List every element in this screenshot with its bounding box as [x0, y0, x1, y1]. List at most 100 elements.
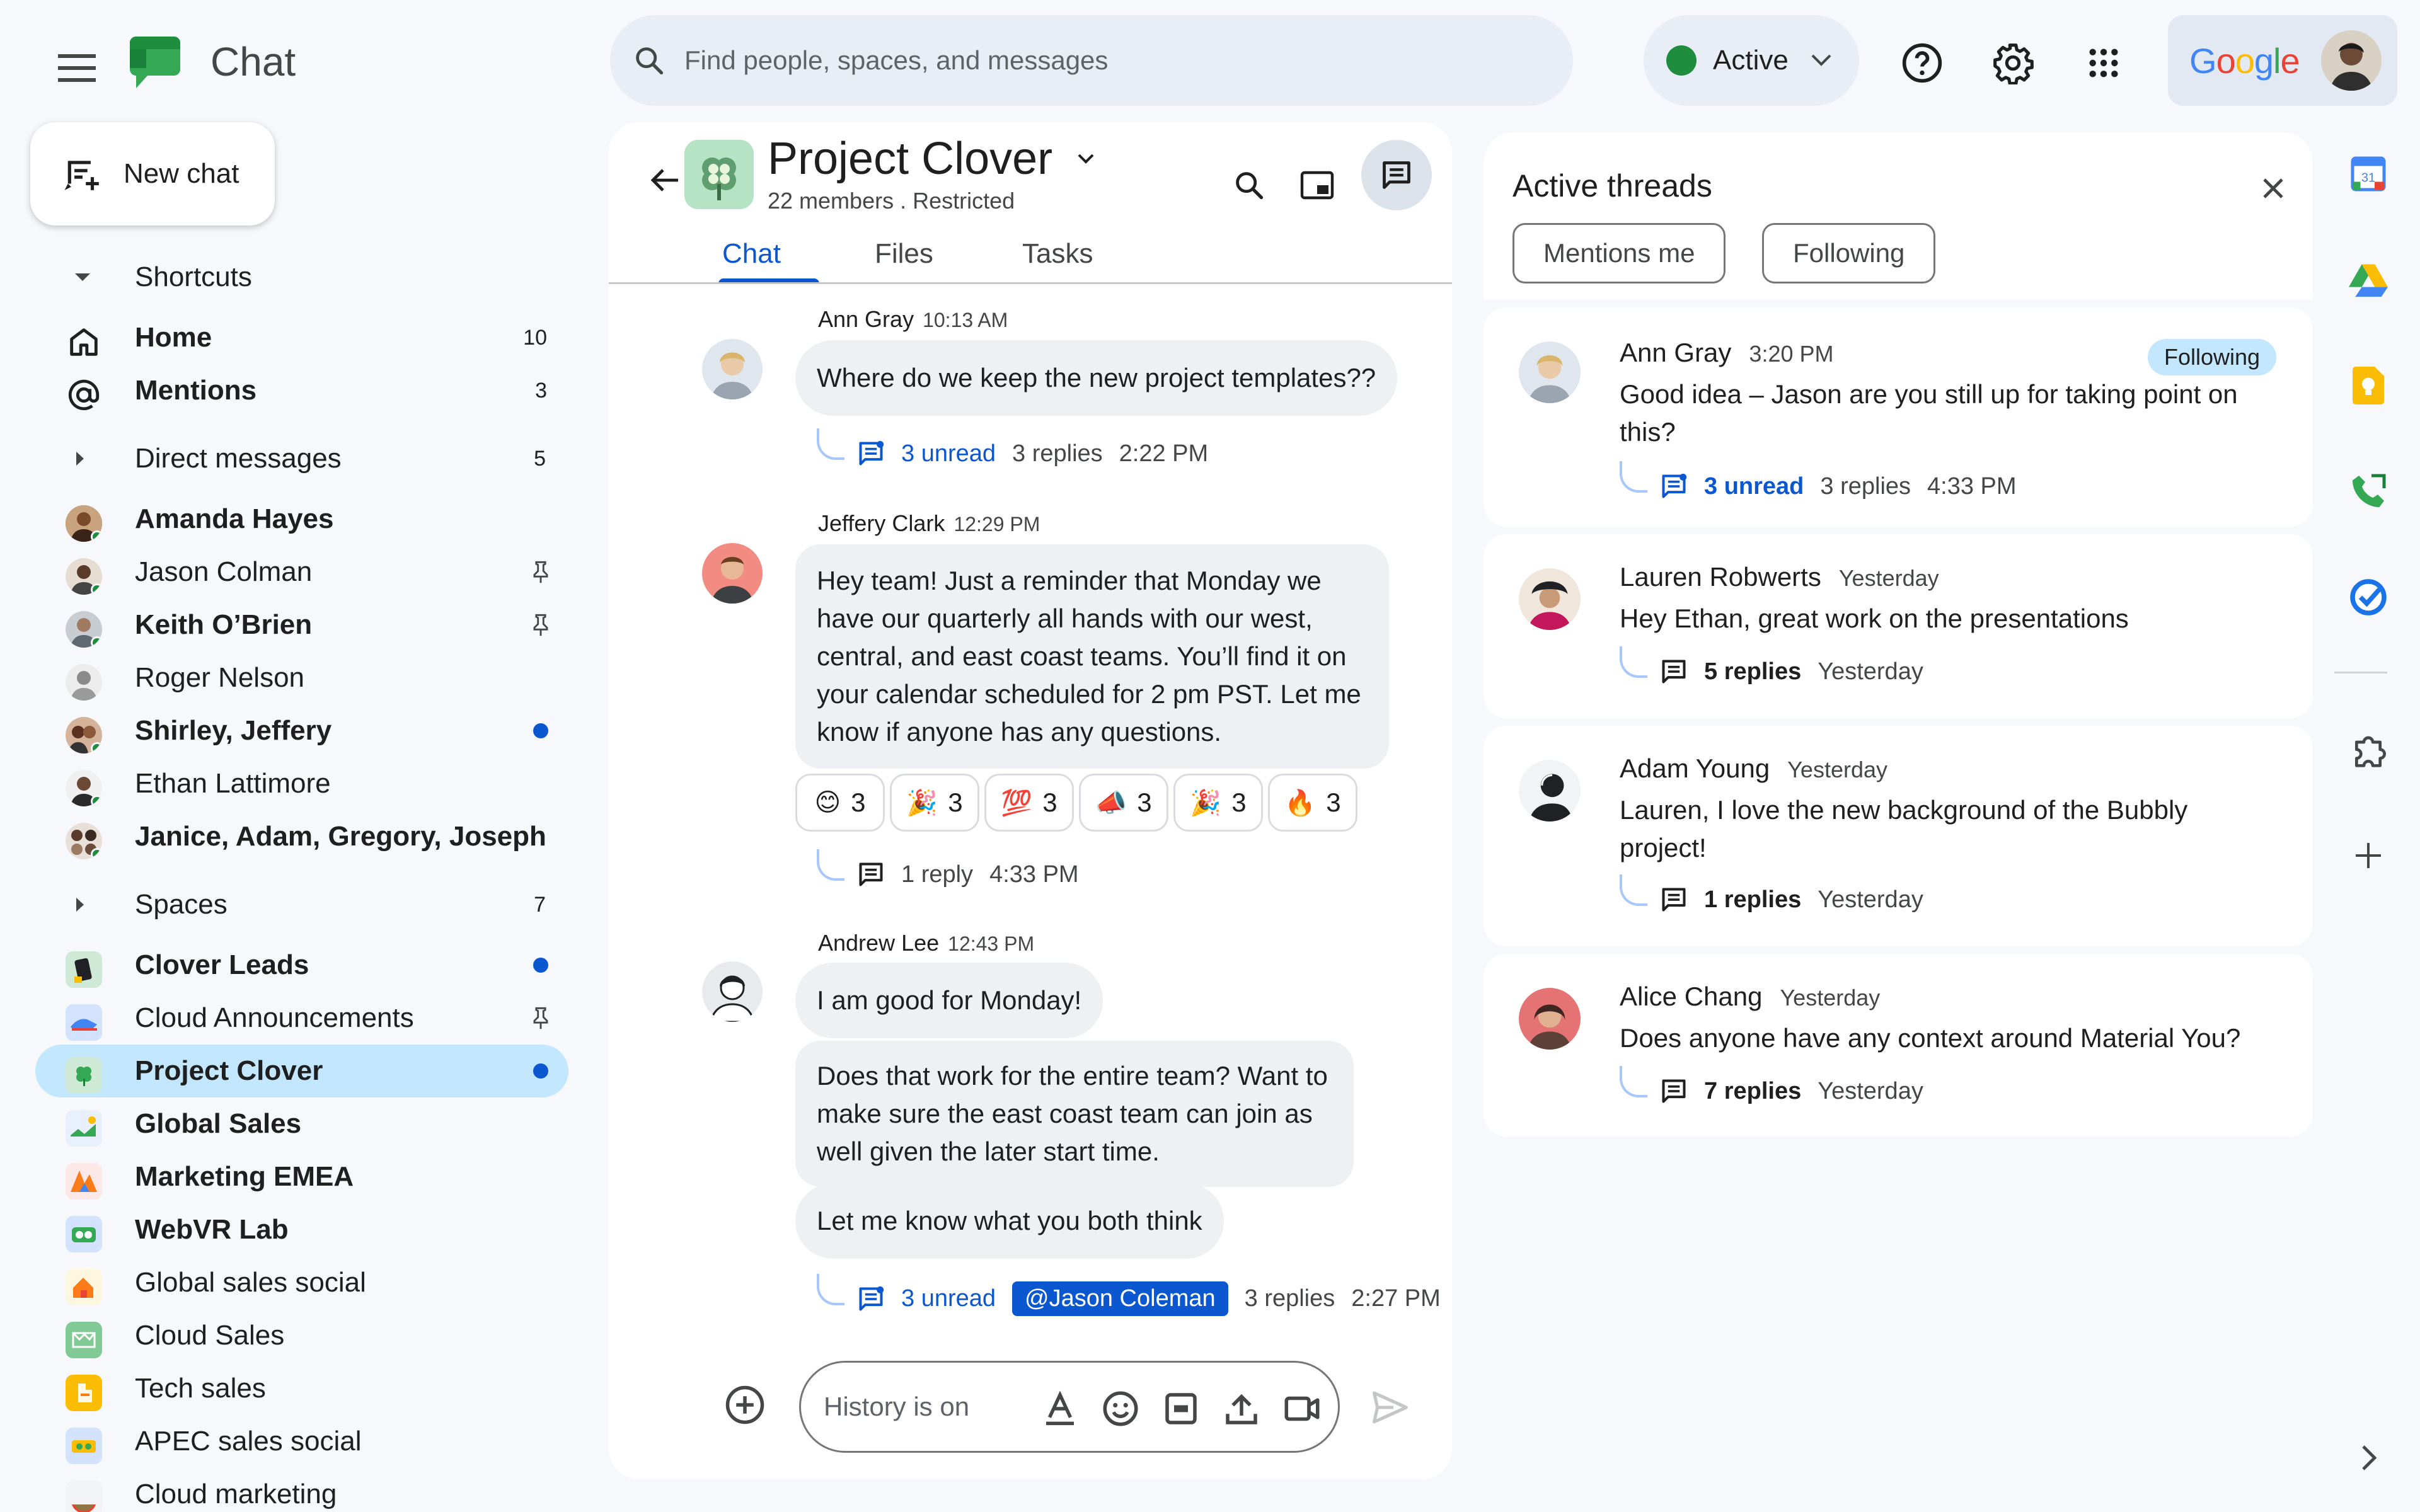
space-item[interactable]: Global Sales: [35, 1097, 568, 1150]
drive-app-button[interactable]: [2343, 255, 2394, 305]
back-button[interactable]: [640, 155, 691, 205]
gif-icon[interactable]: [1160, 1388, 1202, 1429]
settings-button[interactable]: [1981, 32, 2044, 94]
thread-summary[interactable]: 3 unread 3 replies 4:33 PM: [1620, 461, 2017, 500]
avatar[interactable]: [702, 543, 763, 604]
expand-side-panel-button[interactable]: [2343, 1433, 2394, 1483]
dm-item[interactable]: Jason Colman: [35, 546, 568, 598]
reaction-chip[interactable]: 🎉 3: [890, 774, 979, 832]
add-attachment-button[interactable]: [721, 1381, 769, 1429]
calendar-app-button[interactable]: 31: [2343, 149, 2394, 199]
new-chat-button[interactable]: New chat: [30, 122, 275, 226]
sidebar-item-label: Global sales social: [135, 1267, 366, 1298]
space-title[interactable]: Project Clover: [768, 127, 1052, 190]
filter-chip-mentions-me[interactable]: Mentions me: [1512, 223, 1726, 284]
space-avatar-large: [684, 140, 754, 209]
message-composer[interactable]: [799, 1361, 1340, 1453]
reaction-chip[interactable]: 💯 3: [984, 774, 1074, 832]
shortcuts-section-header[interactable]: Shortcuts: [0, 251, 567, 304]
thread-card[interactable]: Adam Young Yesterday Lauren, I love the n…: [1484, 726, 2313, 946]
thread-card[interactable]: Alice Chang Yesterday Does anyone have an…: [1484, 954, 2313, 1137]
message-bubble[interactable]: Does that work for the entire team? Want…: [795, 1041, 1354, 1187]
emoji-icon[interactable]: [1100, 1388, 1141, 1429]
space-item[interactable]: Cloud Announcements: [35, 992, 568, 1045]
direct-messages-section-header[interactable]: Direct messages 5: [0, 432, 567, 485]
voice-app-button[interactable]: [2343, 466, 2394, 517]
tab-files[interactable]: Files: [875, 238, 933, 270]
thread-author-row: Lauren Robwerts Yesterday: [1620, 562, 1939, 592]
thread-card[interactable]: Ann Gray 3:20 PM Following Good idea – Ja…: [1484, 307, 2313, 527]
thread-summary[interactable]: 1 replies Yesterday: [1620, 874, 1923, 914]
format-text-icon[interactable]: [1039, 1388, 1081, 1429]
space-item[interactable]: Global sales social: [35, 1256, 568, 1309]
thread-summary[interactable]: 3 unread @Jason Coleman 3 replies 2:27 P…: [817, 1273, 1441, 1316]
dm-item[interactable]: Janice, Adam, Gregory, Joseph: [35, 810, 568, 863]
main-menu-button[interactable]: [45, 37, 108, 100]
space-item[interactable]: APEC sales social: [35, 1415, 568, 1468]
tasks-app-button[interactable]: [2343, 572, 2394, 622]
space-item[interactable]: Clover Leads: [35, 939, 568, 992]
sidebar-item-mentions[interactable]: Mentions 3: [35, 364, 568, 417]
status-selector[interactable]: Active: [1644, 15, 1859, 106]
reaction-chip[interactable]: 🔥 3: [1268, 774, 1357, 832]
thread-card[interactable]: Lauren Robwerts Yesterday Hey Ethan, grea…: [1484, 534, 2313, 718]
space-item[interactable]: Cloud Sales: [35, 1309, 568, 1362]
space-item[interactable]: Marketing EMEA: [35, 1150, 568, 1203]
spaces-section-header[interactable]: Spaces 7: [0, 878, 567, 931]
tab-tasks[interactable]: Tasks: [1022, 238, 1093, 270]
help-button[interactable]: [1891, 32, 1954, 94]
account-button[interactable]: Google: [2168, 15, 2397, 106]
keep-app-button[interactable]: [2343, 360, 2394, 411]
dm-item[interactable]: Keith O’Brien: [35, 598, 568, 651]
dm-item[interactable]: Shirley, Jeffery: [35, 704, 568, 757]
search-in-space-button[interactable]: [1218, 154, 1281, 217]
thread-summary[interactable]: 5 replies Yesterday: [1620, 646, 1923, 685]
thread-curve: [817, 1273, 844, 1305]
video-call-icon[interactable]: [1281, 1388, 1323, 1429]
reaction-chip[interactable]: 😊 3: [795, 774, 885, 832]
upload-icon[interactable]: [1221, 1388, 1262, 1429]
space-item[interactable]: WebVR Lab: [35, 1203, 568, 1256]
dm-item[interactable]: Amanda Hayes: [35, 493, 568, 546]
unread-count: 3: [535, 378, 547, 403]
thread-summary[interactable]: 3 unread 3 replies 2:22 PM: [817, 428, 1208, 467]
avatar[interactable]: [702, 339, 763, 399]
space-item[interactable]: Cloud marketing: [35, 1468, 568, 1512]
space-item[interactable]: Tech sales: [35, 1362, 568, 1415]
message-bubble[interactable]: Hey team! Just a reminder that Monday we…: [795, 544, 1389, 769]
get-add-ons-button[interactable]: [2343, 726, 2394, 776]
reaction-chip[interactable]: 🎉 3: [1173, 774, 1263, 832]
message-bubble[interactable]: Let me know what you both think: [795, 1183, 1224, 1259]
reaction-count: 3: [1137, 788, 1152, 817]
chevron-right-icon: [2362, 1445, 2377, 1470]
reaction-chip[interactable]: 📣 3: [1079, 774, 1168, 832]
sidebar-item-label: Janice, Adam, Gregory, Joseph: [135, 821, 546, 852]
dm-item[interactable]: Ethan Lattimore: [35, 757, 568, 810]
close-threads-button[interactable]: [2245, 160, 2302, 217]
add-app-button[interactable]: [2343, 830, 2394, 881]
thread-summary[interactable]: 1 reply 4:33 PM: [817, 849, 1079, 888]
reaction-count: 3: [1042, 788, 1057, 817]
caret-down-icon[interactable]: [1076, 152, 1095, 165]
threads-panel-title: Active threads: [1512, 168, 1712, 203]
message-bubble[interactable]: Where do we keep the new project templat…: [795, 340, 1398, 416]
message-bubble[interactable]: I am good for Monday!: [795, 963, 1103, 1038]
keep-icon: [2353, 367, 2384, 404]
mention-chip[interactable]: @Jason Coleman: [1012, 1281, 1228, 1316]
apps-button[interactable]: [2072, 32, 2135, 94]
search-bar[interactable]: [610, 15, 1573, 106]
send-button[interactable]: [1365, 1382, 1415, 1433]
search-input[interactable]: [684, 45, 1504, 76]
open-in-popup-button[interactable]: [1286, 154, 1349, 217]
at-sign-icon: [68, 379, 100, 411]
message-input[interactable]: [824, 1392, 1006, 1422]
threads-toggle-button[interactable]: [1361, 140, 1432, 210]
thread-summary[interactable]: 7 replies Yesterday: [1620, 1066, 1923, 1105]
filter-chip-following[interactable]: Following: [1762, 223, 1936, 284]
sidebar-item-home[interactable]: Home 10: [35, 311, 568, 364]
dm-item[interactable]: Roger Nelson: [35, 651, 568, 704]
tab-chat[interactable]: Chat: [722, 238, 781, 270]
avatar[interactable]: [702, 961, 763, 1022]
space-item-selected[interactable]: Project Clover: [35, 1045, 568, 1097]
close-icon: [2263, 178, 2283, 198]
